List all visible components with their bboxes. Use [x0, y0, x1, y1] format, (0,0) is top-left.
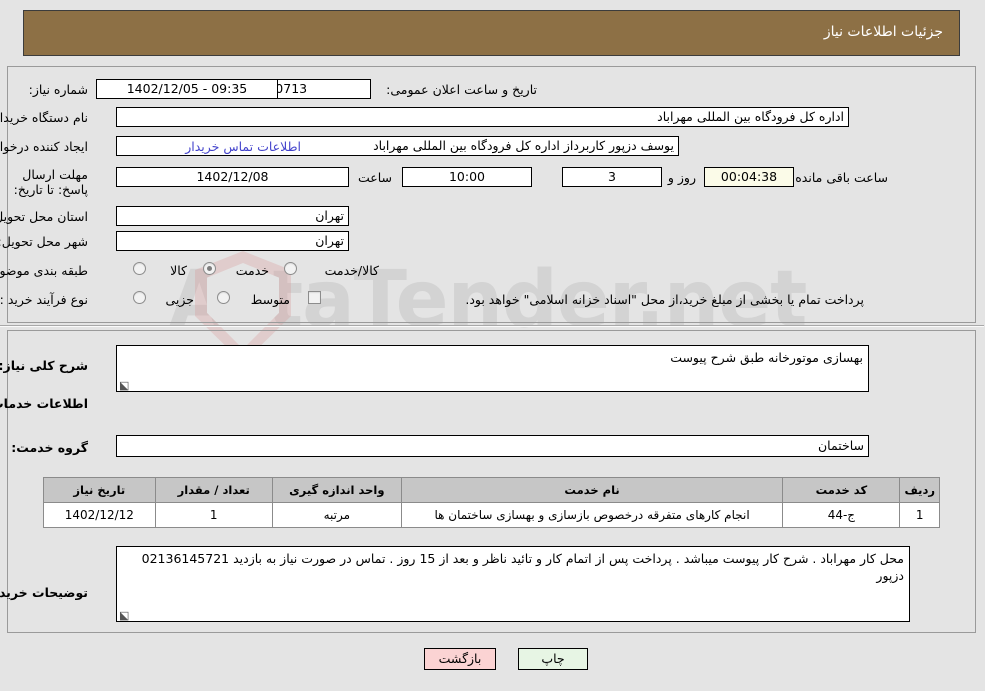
buyer-notes-textarea[interactable]: محل کار مهراباد . شرح کار پیوست میباشد .…: [117, 546, 911, 622]
category-radio-kala-khedmat[interactable]: [285, 262, 298, 275]
delivery-city-label: شهر محل تحویل:: [0, 234, 89, 249]
service-group-value: ساختمان: [117, 435, 870, 457]
category-radio-kala[interactable]: [134, 262, 147, 275]
print-button[interactable]: چاپ: [519, 648, 589, 670]
buyer-org-label: نام دستگاه خریدار:: [0, 110, 89, 125]
announce-datetime-label: تاریخ و ساعت اعلان عمومی:: [387, 82, 538, 97]
need-number-label: شماره نیاز:: [29, 82, 89, 97]
cell-need-date: 1402/12/12: [44, 502, 157, 528]
table-header-quantity: تعداد / مقدار: [155, 477, 274, 503]
buyer-notes-label: توضیحات خریدار:: [0, 585, 89, 600]
category-option-label-2: کالا/خدمت: [325, 263, 380, 278]
table-row: 1 ج-44 انجام کارهای متفرقه درخصوص بازساز…: [44, 502, 941, 528]
back-button[interactable]: بازگشت: [425, 648, 497, 670]
page-header-bar: جزئیات اطلاعات نیاز: [24, 10, 961, 56]
table-header-row: ردیف کد خدمت نام خدمت واحد اندازه گیری ت…: [44, 477, 941, 503]
treasury-bonds-text: پرداخت تمام یا بخشی از مبلغ خرید،از محل …: [466, 292, 865, 307]
delivery-province-label: استان محل تحویل:: [0, 209, 89, 224]
cell-service-name: انجام کارهای متفرقه درخصوص بازسازی و بهس…: [401, 502, 785, 528]
resize-grip-icon[interactable]: ◪: [120, 609, 130, 621]
cell-quantity: 1: [155, 502, 274, 528]
general-desc-value: بهسازی موتورخانه طبق شرح پیوست: [671, 350, 864, 365]
process-radio-jozii[interactable]: [134, 291, 147, 304]
countdown-suffix-label: ساعت باقی مانده: [796, 170, 889, 185]
deadline-label: مهلت ارسال پاسخ: تا تاریخ:: [14, 167, 89, 197]
category-option-label-0: کالا: [171, 263, 188, 278]
buyer-contact-link[interactable]: اطلاعات تماس خریدار: [120, 139, 302, 154]
page-title: جزئیات اطلاعات نیاز: [824, 24, 944, 40]
service-group-label: گروه خدمت:: [12, 440, 89, 455]
need-info-panel: [8, 66, 977, 323]
deadline-hour-value: 10:00: [403, 167, 533, 187]
buyer-org-value: اداره کل فرودگاه بین المللی مهراباد: [117, 107, 850, 127]
cell-row-no: 1: [900, 502, 941, 528]
category-radio-khedmat[interactable]: [204, 262, 217, 275]
deadline-hour-label: ساعت: [358, 170, 393, 185]
process-option-label-1: متوسط: [251, 292, 291, 307]
process-radio-motavasset[interactable]: [218, 291, 231, 304]
cell-unit: مرتبه: [272, 502, 403, 528]
process-option-label-0: جزیی: [166, 292, 195, 307]
table-header-service-name: نام خدمت: [401, 477, 785, 503]
buyer-notes-value: محل کار مهراباد . شرح کار پیوست میباشد .…: [142, 551, 905, 583]
remaining-days-suffix: روز و: [668, 170, 697, 185]
general-desc-label: شرح کلی نیاز:: [0, 358, 89, 373]
general-desc-textarea[interactable]: بهسازی موتورخانه طبق شرح پیوست ◪: [117, 345, 870, 392]
category-label: طبقه بندی موضوعی:: [0, 263, 89, 278]
delivery-city-value: تهران: [117, 231, 350, 251]
section-divider: [0, 325, 985, 327]
creator-label: ایجاد کننده درخواست:: [0, 139, 89, 154]
delivery-province-value: تهران: [117, 206, 350, 226]
process-type-label: نوع فرآیند خرید :: [0, 292, 89, 307]
services-section-title: اطلاعات خدمات مورد نیاز: [0, 396, 89, 411]
table-header-need-date: تاریخ نیاز: [44, 477, 157, 503]
resize-grip-icon[interactable]: ◪: [120, 379, 130, 391]
category-option-label-1: خدمت: [236, 263, 270, 278]
table-header-row-no: ردیف: [900, 477, 941, 503]
announce-datetime-value: 09:35 - 1402/12/05: [97, 79, 279, 99]
remaining-days-value: 3: [563, 167, 663, 187]
countdown-timer-value: 00:04:38: [705, 167, 795, 187]
cell-service-code: ج-44: [783, 502, 902, 528]
services-table: ردیف کد خدمت نام خدمت واحد اندازه گیری ت…: [44, 477, 941, 528]
table-header-unit: واحد اندازه گیری: [272, 477, 403, 503]
treasury-bonds-checkbox[interactable]: [309, 291, 322, 304]
table-header-service-code: کد خدمت: [783, 477, 902, 503]
deadline-date-value: 1402/12/08: [117, 167, 350, 187]
